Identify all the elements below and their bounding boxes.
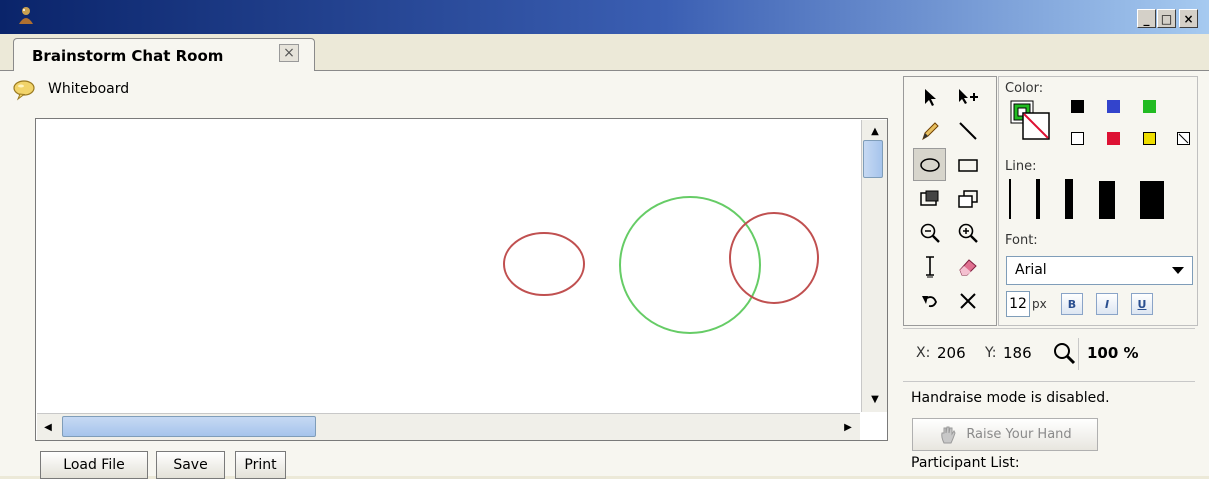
delete-icon[interactable]: [951, 284, 984, 317]
line-label: Line:: [1005, 159, 1037, 174]
horizontal-scroll-thumb[interactable]: [62, 416, 316, 437]
raise-hand-label: Raise Your Hand: [966, 427, 1072, 442]
eraser-icon[interactable]: [951, 250, 984, 283]
drawn-red-circle[interactable]: [729, 212, 819, 304]
swatch-blue[interactable]: [1107, 100, 1120, 113]
line-width-4[interactable]: [1099, 181, 1115, 219]
save-button[interactable]: Save: [156, 451, 225, 479]
properties-panel: Color: Line: Font:: [998, 76, 1198, 326]
drawn-green-circle[interactable]: [619, 196, 761, 334]
zoom-level: 100 %: [1087, 344, 1139, 362]
font-select[interactable]: Arial: [1006, 256, 1193, 285]
scroll-right-icon[interactable]: ▶: [837, 416, 859, 438]
separator: [903, 328, 1195, 329]
line-width-2[interactable]: [1036, 179, 1040, 219]
swatch-none-icon[interactable]: [1177, 132, 1190, 145]
zoom-icon[interactable]: [1052, 341, 1076, 365]
line-width-1[interactable]: [1009, 179, 1011, 219]
minimize-button[interactable]: _: [1137, 9, 1156, 28]
title-bar: _ □ ×: [0, 0, 1209, 34]
pencil-icon[interactable]: [913, 114, 946, 147]
rectangle-icon[interactable]: [951, 148, 984, 181]
scroll-up-icon[interactable]: ▲: [864, 120, 886, 142]
swatch-green[interactable]: [1143, 100, 1156, 113]
chevron-down-icon[interactable]: [1164, 257, 1192, 284]
current-color-indicator[interactable]: [1009, 99, 1057, 145]
y-label: Y:: [985, 345, 997, 361]
whiteboard-chat-icon: [13, 80, 35, 101]
line-width-5[interactable]: [1140, 181, 1164, 219]
font-size-unit: px: [1032, 297, 1047, 311]
x-label: X:: [916, 345, 931, 361]
font-size-input[interactable]: 12: [1006, 291, 1030, 317]
swatch-black[interactable]: [1071, 100, 1084, 113]
underline-button[interactable]: U: [1131, 293, 1153, 315]
raise-hand-button[interactable]: Raise Your Hand: [912, 418, 1098, 451]
swatch-yellow[interactable]: [1143, 132, 1156, 145]
line-width-3[interactable]: [1065, 179, 1073, 219]
whiteboard-drawing: [503, 196, 819, 334]
zoom-in-icon[interactable]: [951, 216, 984, 249]
load-file-button[interactable]: Load File: [40, 451, 148, 479]
hand-icon: [941, 426, 956, 443]
print-button[interactable]: Print: [235, 451, 286, 479]
bold-button[interactable]: B: [1061, 293, 1083, 315]
undo-icon[interactable]: [913, 284, 946, 317]
color-label: Color:: [1005, 81, 1044, 96]
drawn-ellipse[interactable]: [503, 232, 585, 296]
vertical-scroll-thumb[interactable]: [863, 140, 883, 178]
tab-brainstorm-chat-room[interactable]: Brainstorm Chat Room ×: [13, 38, 315, 71]
scroll-down-icon[interactable]: ▼: [864, 388, 886, 410]
ellipse-icon[interactable]: [913, 148, 946, 181]
close-window-button[interactable]: ×: [1179, 9, 1198, 28]
line-icon[interactable]: [951, 114, 984, 147]
maximize-button[interactable]: □: [1157, 9, 1176, 28]
send-back-icon[interactable]: [951, 182, 984, 215]
handraise-status: Handraise mode is disabled.: [911, 390, 1110, 406]
y-coordinate: 186: [1003, 344, 1032, 362]
swatch-white[interactable]: [1071, 132, 1084, 145]
text-cursor-icon[interactable]: [913, 250, 946, 283]
whiteboard-label: Whiteboard: [48, 81, 130, 97]
separator: [903, 381, 1195, 382]
participant-list-label: Participant List:: [911, 455, 1020, 471]
whiteboard-canvas[interactable]: [35, 118, 888, 441]
x-coordinate: 206: [937, 344, 966, 362]
add-point-icon[interactable]: [951, 80, 984, 113]
scroll-left-icon[interactable]: ◀: [37, 416, 59, 438]
font-label: Font:: [1005, 233, 1038, 248]
tab-label: Brainstorm Chat Room: [32, 47, 224, 65]
tab-close-button[interactable]: ×: [279, 44, 299, 62]
italic-button[interactable]: I: [1096, 293, 1118, 315]
drawing-toolbox: [903, 76, 997, 326]
swatch-red[interactable]: [1107, 132, 1120, 145]
bring-front-icon[interactable]: [913, 182, 946, 215]
select-arrow-icon[interactable]: [913, 80, 946, 113]
zoom-out-icon[interactable]: [913, 216, 946, 249]
font-value: Arial: [1015, 262, 1047, 278]
app-icon: [19, 7, 33, 24]
separator: [1078, 338, 1079, 370]
